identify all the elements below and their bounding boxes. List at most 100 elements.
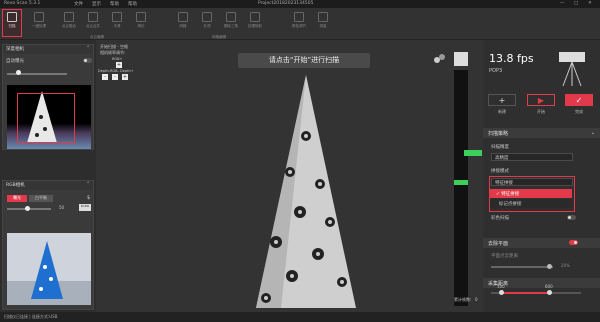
tab-exposure[interactable]: 曝光: [7, 195, 27, 202]
depth-camera-title: 深度相机: [6, 47, 24, 52]
menu-file[interactable]: 文件: [74, 1, 83, 7]
status-bar: 扫描仪已连接 | 连接方式:USB: [0, 312, 600, 322]
distance-min-value: 100: [497, 284, 505, 289]
fill-hole-icon: [202, 12, 212, 22]
rgb-plus-button[interactable]: +: [116, 62, 122, 68]
distance-bar: [454, 70, 468, 306]
new-label: 新建: [498, 109, 506, 114]
wand-icon: [34, 12, 44, 22]
remove-plane-section: 去除平面: [483, 238, 600, 248]
scan-strategy-section[interactable]: 扫描策略 ⌄: [483, 128, 600, 138]
finish-label: 完成: [575, 109, 583, 114]
slider-max-thumb[interactable]: [547, 290, 552, 295]
collapse-icon[interactable]: ⌃: [86, 46, 90, 53]
mode-select[interactable]: 特征拼接: [491, 178, 573, 186]
device-name: POP3: [489, 68, 503, 74]
color-scan-toggle[interactable]: [567, 215, 576, 220]
maximize-icon[interactable]: □: [574, 1, 578, 6]
title-bar: Revo Scan 5.3.1 文件 显示 帮助 帮助 Project20182…: [0, 0, 600, 8]
texture-icon: [250, 12, 260, 22]
3d-viewport[interactable]: 开始扫描 - 空格 相机帧率调节: RGB+ + Depth- RGB- Dep…: [96, 40, 483, 312]
option-feature[interactable]: ✓ 特征拼接: [490, 189, 572, 198]
mode-label: 拼接模式: [491, 169, 509, 174]
slider-min-thumb[interactable]: [499, 290, 504, 295]
auto-exposure-toggle[interactable]: [83, 58, 92, 63]
tool-fuse[interactable]: 点云融合: [60, 10, 78, 36]
tool-measure[interactable]: 测量: [314, 10, 332, 36]
distance-max-value: 600: [545, 284, 553, 289]
auto-button[interactable]: Auto: [79, 204, 91, 211]
start-button[interactable]: ▶: [527, 94, 555, 106]
menu-help-2[interactable]: 帮助: [128, 1, 137, 7]
tool-fill-hole[interactable]: 补洞: [198, 10, 216, 36]
tool-merge[interactable]: 点云合并: [84, 10, 102, 36]
merge-icon: [88, 12, 98, 22]
tool-smooth[interactable]: 平滑: [108, 10, 126, 36]
distance-bar-indicator: [454, 180, 468, 185]
remove-plane-toggle[interactable]: [569, 240, 578, 245]
rgb-camera-panel: RGB相机 ⌃ 曝光 白平衡 $ 50 Auto: [2, 180, 94, 310]
sun-icon: [16, 70, 21, 75]
exposure-value: 50: [59, 205, 65, 210]
rgb-camera-title: RGB相机: [6, 183, 25, 188]
sun-icon: [25, 206, 30, 211]
scan-tool-button[interactable]: 扫描: [2, 9, 22, 37]
scanner-device-icon: [559, 52, 585, 87]
slider-thumb[interactable]: [547, 264, 552, 269]
viewport-info: 开始扫描 - 空格 相机帧率调节:: [100, 44, 128, 55]
precision-select[interactable]: 高精度: [491, 153, 573, 161]
point-cloud-cone: [256, 75, 356, 308]
delete-triangle-icon: [226, 12, 236, 22]
project-name: Project20182023134505: [258, 1, 314, 6]
depth-minus-button[interactable]: -: [102, 74, 108, 80]
point-histogram: [464, 150, 482, 156]
collapse-icon[interactable]: ⌃: [86, 182, 90, 189]
color-adjust-icon: [294, 12, 304, 22]
color-scan-label: 彩色扫描: [491, 216, 509, 221]
capture-distance-slider[interactable]: [491, 290, 581, 295]
finish-button[interactable]: ✓: [565, 94, 593, 106]
tool-mesh[interactable]: 网格: [174, 10, 192, 36]
mode-dropdown[interactable]: 特征拼接 ✓ 特征拼接 标记点拼接: [489, 176, 575, 212]
rgb-value-sign: $: [87, 195, 91, 201]
toolbar: 扫描 一键处理 点云融合 点云合并 平滑 简化 网格 补洞 删除三角 纹理映射 …: [0, 8, 600, 40]
ruler-icon: [318, 12, 328, 22]
right-panel: 13.8 fps POP3 + ▶ ✓ 新建 开始 完成 扫描策略 ⌄ 扫描精度 …: [483, 40, 600, 312]
plane-distance-slider[interactable]: [491, 264, 553, 269]
scanner-icon: [7, 12, 17, 22]
tab-white-balance[interactable]: 白平衡: [29, 195, 53, 202]
tool-color[interactable]: 颜色调节: [290, 10, 308, 36]
connection-status: 扫描仪已连接 | 连接方式:USB: [4, 314, 58, 319]
rgb-minus-button[interactable]: -: [112, 74, 118, 80]
new-button[interactable]: +: [488, 94, 516, 106]
close-icon[interactable]: ✕: [588, 1, 592, 6]
frame-count-label: 累计帧数:: [454, 297, 472, 302]
menu-view[interactable]: 显示: [92, 1, 101, 7]
menu-help[interactable]: 帮助: [110, 1, 119, 7]
plane-distance-value: 20%: [561, 263, 570, 268]
minimize-icon[interactable]: —: [560, 1, 565, 6]
depth-preview: [7, 85, 91, 149]
rgb-cone-image: [7, 241, 91, 305]
tool-one-click[interactable]: 一键处理: [30, 10, 48, 36]
option-marker[interactable]: 标记点拼接: [490, 199, 572, 208]
rgb-preview: [7, 233, 91, 305]
fps-readout: 13.8 fps: [489, 52, 534, 65]
tool-delete-tri[interactable]: 删除三角: [222, 10, 240, 36]
app-title: Revo Scan 5.3.1: [4, 1, 41, 6]
mesh-icon: [178, 12, 188, 22]
depth-plus-button[interactable]: +: [122, 74, 128, 80]
simplify-icon: [136, 12, 146, 22]
fuse-icon: [64, 12, 74, 22]
start-label: 开始: [537, 109, 545, 114]
plane-distance-label: 平面点云距离: [491, 254, 518, 259]
view-mode-icon[interactable]: [434, 54, 446, 64]
smooth-icon: [112, 12, 122, 22]
scan-bounding-box: [17, 93, 75, 143]
chevron-down-icon: ⌄: [590, 130, 595, 136]
tool-simplify[interactable]: 简化: [132, 10, 150, 36]
frame-count-value: 0: [475, 297, 478, 302]
tool-texture[interactable]: 纹理映射: [246, 10, 264, 36]
depth-camera-panel: 深度相机 ⌃ 自动曝光: [2, 44, 94, 150]
view-cube-icon[interactable]: [454, 52, 468, 66]
